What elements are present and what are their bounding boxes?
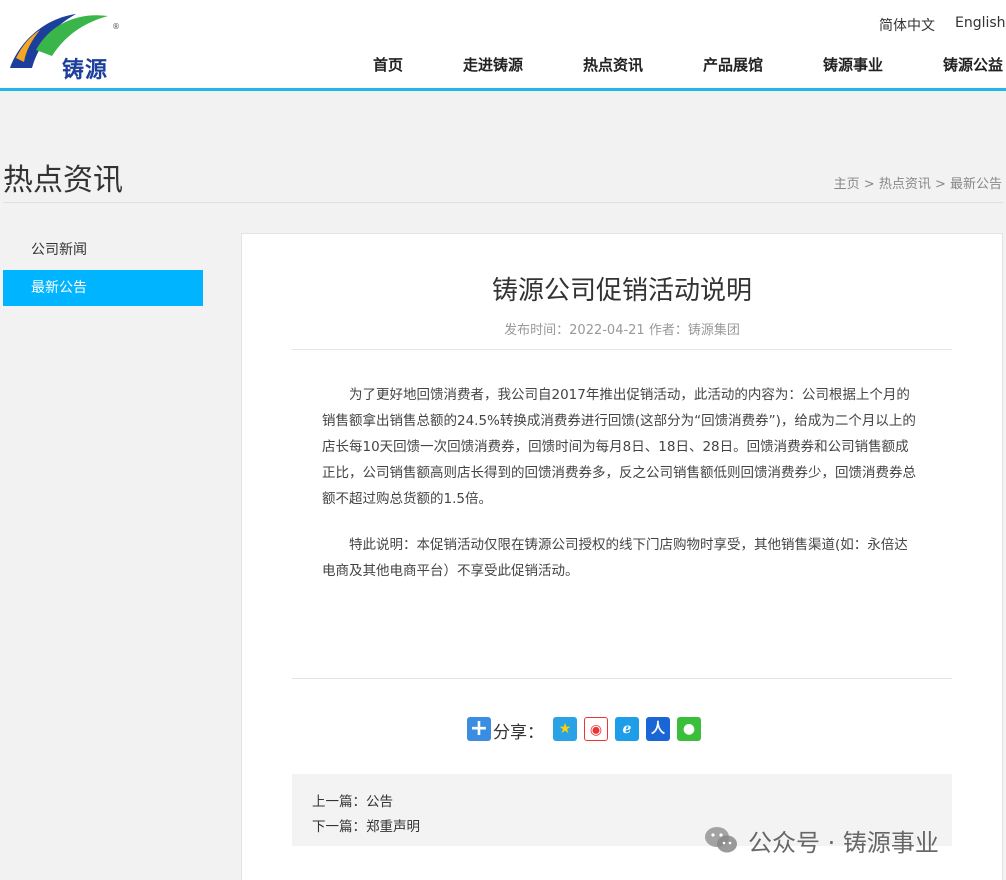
sidebar-item-latest-notices[interactable]: 最新公告 <box>3 270 203 306</box>
qzone-icon[interactable]: ★ <box>553 717 577 741</box>
breadcrumb[interactable]: 主页 > 热点资讯 > 最新公告 <box>834 173 1002 192</box>
registered-mark: ® <box>112 22 120 31</box>
share-plus-icon[interactable]: + <box>467 717 491 741</box>
wechat-watermark-icon <box>705 827 737 853</box>
header-divider <box>0 88 1006 91</box>
brand-logo[interactable]: 铸源 ® <box>6 10 120 83</box>
article-panel: 铸源公司促销活动说明 发布时间：2022-04-21 作者：铸源集团 为了更好地… <box>241 233 1003 880</box>
section-title: 热点资讯 <box>3 163 123 198</box>
title-divider <box>3 202 1003 203</box>
site-header: 铸源 ® 简体中文 English 首页 走进铸源 热点资讯 产品展馆 铸源事业… <box>0 0 1006 88</box>
logo-text: 铸源 <box>62 58 109 83</box>
article-title: 铸源公司促销活动说明 <box>491 276 752 306</box>
article-paragraph: 特此说明：本促销活动仅限在铸源公司授权的线下门店购物时享受，其他销售渠道(如：永… <box>322 537 908 579</box>
watermark-text: 公众号 · 铸源事业 <box>748 829 939 857</box>
article-paragraph: 为了更好地回馈消费者，我公司自2017年推出促销活动，此活动的内容为：公司根据上… <box>322 387 916 507</box>
prev-article-link[interactable]: 上一篇：公告 <box>312 790 393 810</box>
weibo-icon[interactable]: ◉ <box>584 717 608 741</box>
nav-products[interactable]: 产品展馆 <box>703 54 763 75</box>
share-label: 分享： <box>493 723 544 743</box>
article-meta: 发布时间：2022-04-21 作者：铸源集团 <box>504 323 740 338</box>
article-divider-bottom <box>292 678 952 679</box>
nav-news[interactable]: 热点资讯 <box>583 54 643 75</box>
lang-chinese-link[interactable]: 简体中文 <box>879 15 935 35</box>
sidebar-item-company-news[interactable]: 公司新闻 <box>3 232 203 268</box>
tencent-weibo-icon[interactable]: ℯ <box>615 717 639 741</box>
renren-icon[interactable]: 人 <box>646 717 670 741</box>
nav-home[interactable]: 首页 <box>373 54 403 75</box>
nav-business[interactable]: 铸源事业 <box>823 54 883 75</box>
nav-charity[interactable]: 铸源公益 <box>943 54 1003 75</box>
next-article-link[interactable]: 下一篇：郑重声明 <box>312 815 420 835</box>
article-divider-top <box>292 349 952 350</box>
nav-about[interactable]: 走进铸源 <box>463 54 523 75</box>
lang-english-link[interactable]: English <box>955 15 1006 31</box>
wechat-icon[interactable]: ● <box>677 717 701 741</box>
